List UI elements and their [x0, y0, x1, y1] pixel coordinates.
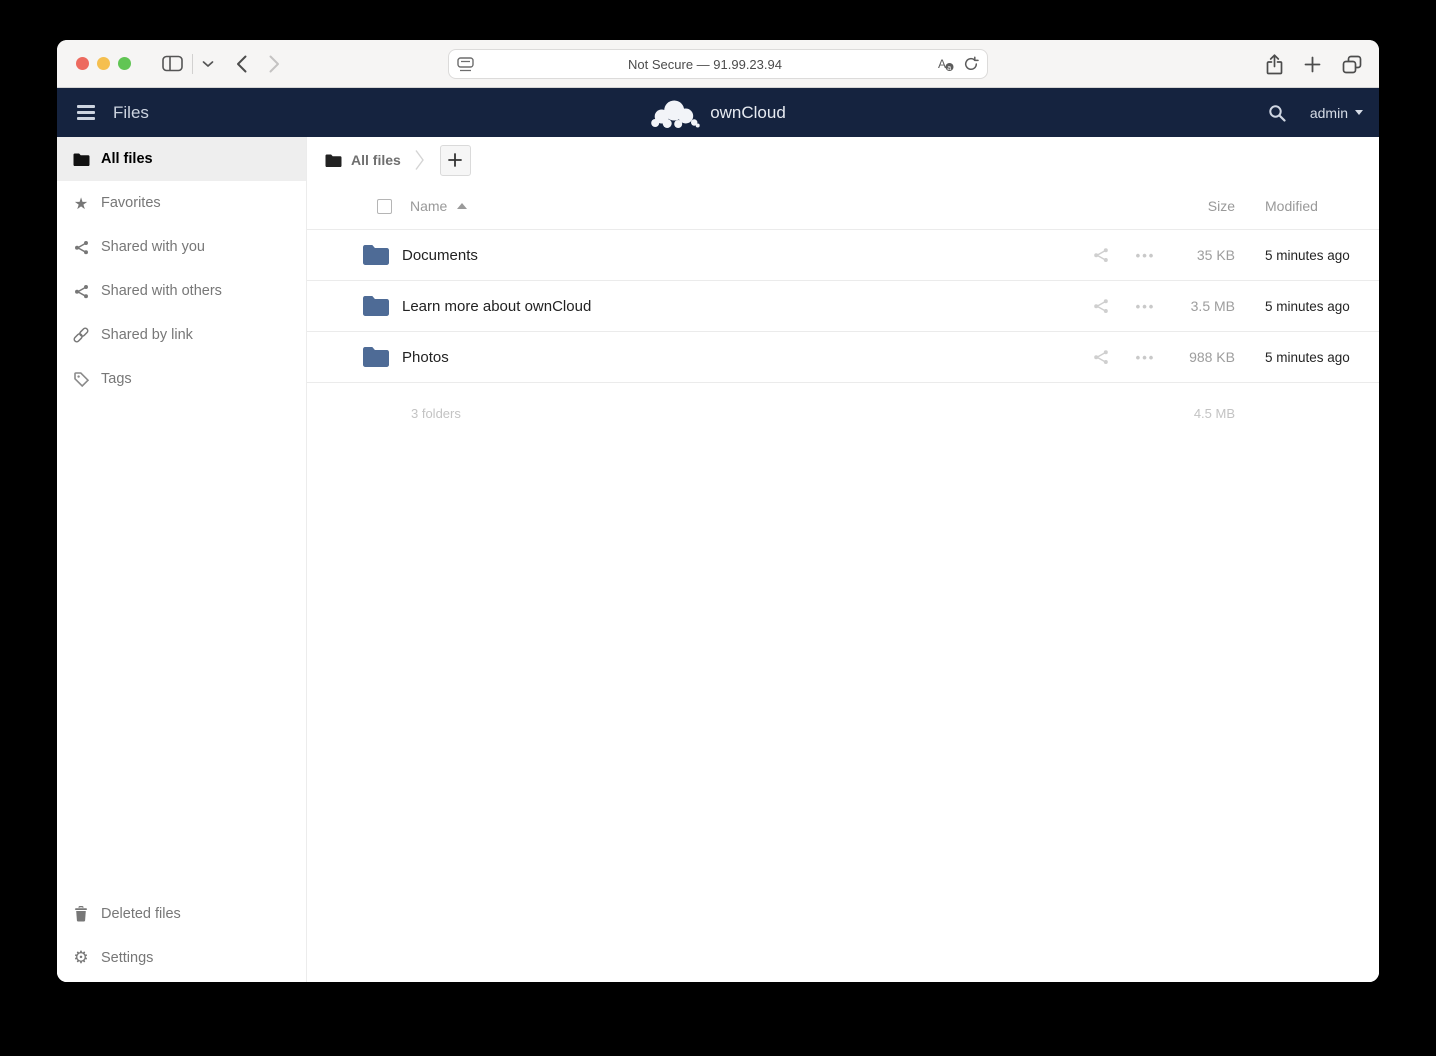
owncloud-logo-icon [650, 96, 702, 130]
folder-icon [362, 244, 402, 266]
file-modified: 5 minutes ago [1265, 248, 1355, 263]
search-icon[interactable] [1268, 104, 1286, 122]
new-file-button[interactable] [440, 145, 471, 176]
file-size: 35 KB [1168, 247, 1235, 263]
zoom-window-button[interactable] [118, 57, 131, 70]
breadcrumb: All files [307, 137, 1379, 183]
breadcrumb-home[interactable]: All files [325, 152, 401, 168]
address-bar[interactable]: Not Secure — 91.99.23.94 Aa [448, 49, 988, 79]
chevron-down-icon [1355, 110, 1363, 115]
more-actions-icon[interactable]: ••• [1123, 248, 1168, 263]
trash-icon [72, 906, 90, 922]
folder-icon [72, 153, 90, 166]
breadcrumb-label: All files [351, 152, 401, 168]
sidebar-item-all-files[interactable]: All files [57, 137, 306, 181]
file-name[interactable]: Photos [402, 349, 1079, 366]
sidebar-chevron-down-icon[interactable] [202, 60, 214, 68]
column-header-modified[interactable]: Modified [1265, 198, 1355, 214]
select-all-checkbox[interactable] [377, 199, 392, 214]
share-icon[interactable] [1079, 247, 1123, 263]
file-size: 988 KB [1168, 349, 1235, 365]
share-icon [72, 284, 90, 299]
sidebar-item-label: Settings [101, 950, 153, 966]
star-icon: ★ [72, 194, 90, 213]
chevron-right-icon [415, 149, 424, 171]
file-name[interactable]: Documents [402, 247, 1079, 264]
reload-icon[interactable] [963, 56, 979, 72]
file-modified: 5 minutes ago [1265, 299, 1355, 314]
sidebar-item-label: Shared with you [101, 239, 205, 255]
file-table-header: Name Size Modified [307, 183, 1379, 230]
svg-text:a: a [947, 65, 951, 72]
address-text: Not Secure — 91.99.23.94 [474, 57, 936, 72]
table-row[interactable]: Documents ••• 35 KB 5 minutes ago [307, 230, 1379, 281]
share-icon[interactable] [1079, 298, 1123, 314]
browser-toolbar: Not Secure — 91.99.23.94 Aa [57, 40, 1379, 88]
table-row[interactable]: Photos ••• 988 KB 5 minutes ago [307, 332, 1379, 383]
file-modified: 5 minutes ago [1265, 350, 1355, 365]
file-size: 3.5 MB [1168, 298, 1235, 314]
sidebar-item-label: All files [101, 151, 153, 167]
total-size: 4.5 MB [1194, 406, 1235, 421]
column-header-size[interactable]: Size [1168, 198, 1235, 214]
sidebar-item-tags[interactable]: Tags [57, 357, 306, 401]
back-button[interactable] [236, 55, 247, 73]
app-header: Files ownCloud [57, 88, 1379, 137]
brand-name: ownCloud [710, 103, 786, 123]
minimize-window-button[interactable] [97, 57, 110, 70]
brand[interactable]: ownCloud [650, 88, 786, 137]
folder-count: 3 folders [411, 406, 461, 421]
sidebar-item-label: Deleted files [101, 906, 181, 922]
browser-window: Not Secure — 91.99.23.94 Aa [57, 40, 1379, 982]
new-tab-icon[interactable] [1304, 56, 1321, 73]
folder-icon [325, 154, 342, 167]
sidebar-item-shared-with-others[interactable]: Shared with others [57, 269, 306, 313]
translate-icon[interactable]: Aa [936, 56, 955, 72]
more-actions-icon[interactable]: ••• [1123, 350, 1168, 365]
forward-button[interactable] [269, 55, 280, 73]
more-actions-icon[interactable]: ••• [1123, 299, 1168, 314]
svg-text:A: A [938, 57, 946, 71]
sidebar-item-shared-with-you[interactable]: Shared with you [57, 225, 306, 269]
share-page-icon[interactable] [1266, 54, 1283, 75]
table-row[interactable]: Learn more about ownCloud ••• 3.5 MB 5 m… [307, 281, 1379, 332]
close-window-button[interactable] [76, 57, 89, 70]
sidebar-item-label: Shared with others [101, 283, 222, 299]
window-controls [76, 57, 131, 70]
sidebar-item-label: Tags [101, 371, 132, 387]
gear-icon: ⚙ [72, 948, 90, 968]
column-header-name[interactable]: Name [410, 198, 467, 214]
app-title[interactable]: Files [113, 103, 149, 123]
file-table-summary: 3 folders 4.5 MB [307, 383, 1379, 443]
sidebar-item-favorites[interactable]: ★ Favorites [57, 181, 306, 225]
app-menu-icon[interactable] [77, 105, 95, 120]
sidebar-item-label: Favorites [101, 195, 161, 211]
sort-ascending-icon [457, 203, 467, 209]
sidebar-toggle-icon[interactable] [162, 55, 183, 72]
share-icon [72, 240, 90, 255]
sidebar: All files ★ Favorites Shared with you [57, 137, 307, 982]
folder-icon [362, 346, 402, 368]
folder-icon [362, 295, 402, 317]
sidebar-item-label: Shared by link [101, 327, 193, 343]
page-format-icon[interactable] [457, 57, 474, 72]
share-icon[interactable] [1079, 349, 1123, 365]
file-name[interactable]: Learn more about ownCloud [402, 298, 1079, 315]
sidebar-item-shared-by-link[interactable]: Shared by link [57, 313, 306, 357]
tag-icon [72, 372, 90, 387]
link-icon [72, 327, 90, 343]
user-name: admin [1310, 105, 1348, 121]
user-menu[interactable]: admin [1310, 105, 1363, 121]
file-list-panel: All files Name Size Modif [307, 137, 1379, 982]
tab-overview-icon[interactable] [1342, 55, 1362, 74]
toolbar-divider [192, 54, 193, 74]
sidebar-item-deleted-files[interactable]: Deleted files [57, 892, 306, 936]
sidebar-item-settings[interactable]: ⚙ Settings [57, 936, 306, 980]
